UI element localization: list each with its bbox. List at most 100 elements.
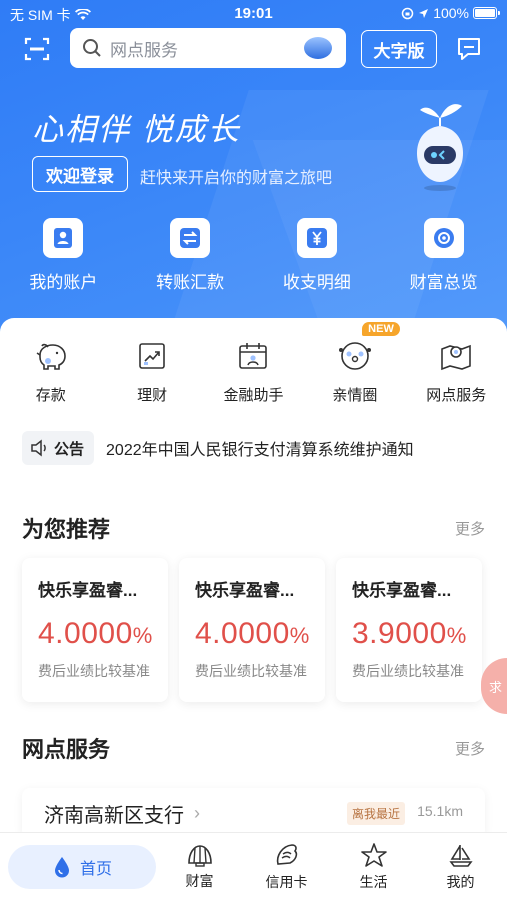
rotation-lock-icon [401,7,414,19]
tab-credit-card[interactable]: 信用卡 [243,833,330,900]
login-tip: 赶快来开启你的财富之旅吧 [140,170,333,187]
rate-value: 4.0000 [195,617,290,650]
nearest-branch-row[interactable]: 济南高新区支行 › 离我最近 15.1km [22,788,485,838]
message-icon[interactable] [456,36,482,62]
product-rate: 4.0000% [38,617,168,651]
top-bar: 网点服务 大字版 [0,28,507,70]
rate-value: 3.9000 [352,617,447,650]
location-icon [419,8,429,18]
mascot-robot-icon [416,104,464,191]
quick-action-account[interactable]: 我的账户 [0,218,127,293]
quick-action-statement[interactable]: 收支明细 [254,218,381,293]
login-button[interactable]: 欢迎登录 [32,156,128,192]
yuan-icon [296,218,337,258]
voice-assistant-icon[interactable] [304,37,332,59]
recommend-more-link[interactable]: 更多 [455,518,485,539]
new-badge: NEW [362,322,400,336]
product-card[interactable]: 快乐享盈睿... 4.0000% 费后业绩比较基准 [22,558,168,702]
status-right: 100% [401,5,500,21]
help-text: 求 [489,679,503,695]
notice-bar[interactable]: 公告 2022年中国人民银行支付清算系统维护通知 [22,430,492,466]
rate-unit: % [132,623,153,648]
sailboat-icon [448,844,473,867]
menu-label: 网点服务 [426,387,487,404]
product-name: 快乐享盈睿... [352,581,452,600]
rate-unit: % [289,623,310,648]
tab-label: 财富 [185,872,214,889]
quick-action-label: 财富总览 [409,273,478,292]
wealth-icon [423,218,464,258]
quick-actions: 我的账户 转账汇款 收支明细 财富总览 [0,218,507,293]
branch-name: 济南高新区支行 [44,804,184,827]
product-card[interactable]: 快乐享盈睿... 4.0000% 费后业绩比较基准 [179,558,325,702]
menu-label: 理财 [137,387,168,404]
tab-mine[interactable]: 我的 [417,833,504,900]
search-placeholder: 网点服务 [110,40,178,60]
menu-item-assistant[interactable]: 金融助手 [203,338,304,405]
quick-action-label: 我的账户 [29,273,98,292]
calendar-user-icon [235,338,271,374]
recommend-title: 为您推荐 [22,517,111,542]
product-name: 快乐享盈睿... [195,581,295,600]
branch-more-link[interactable]: 更多 [455,738,485,759]
transfer-icon [170,218,211,258]
piggy-bank-icon [33,338,69,374]
menu-item-deposit[interactable]: 存款 [0,338,101,405]
trend-chart-icon [134,338,170,374]
hero-banner: 无 SIM 卡 19:01 100% 网点服务 大字版 心相伴 悦成长 欢迎登录… [0,0,507,340]
product-name: 快乐享盈睿... [38,581,138,600]
status-bar: 无 SIM 卡 19:01 100% [0,0,507,28]
tab-label: 我的 [446,873,475,890]
notice-text: 2022年中国人民银行支付清算系统维护通知 [106,442,414,459]
shell-icon [187,844,212,867]
product-desc: 费后业绩比较基准 [352,663,464,679]
menu-label: 存款 [35,387,66,404]
quick-action-label: 转账汇款 [156,273,225,292]
product-rate: 4.0000% [195,617,325,651]
notice-tag: 公告 [22,431,95,465]
quick-action-wealth[interactable]: 财富总览 [380,218,507,293]
big-font-button[interactable]: 大字版 [361,30,437,68]
search-icon [83,39,101,57]
product-rate: 3.9000% [352,617,482,651]
product-desc: 费后业绩比较基准 [38,663,150,679]
menu-item-family[interactable]: NEW 亲情圈 [304,322,405,405]
tab-wealth[interactable]: 财富 [156,833,243,900]
account-icon [43,218,84,258]
menu-item-finance[interactable]: 理财 [101,338,202,405]
map-pin-icon [438,338,474,374]
tab-label: 首页 [79,861,112,878]
rate-value: 4.0000 [38,617,133,650]
tab-life[interactable]: 生活 [330,833,417,900]
starfish-icon [360,842,387,867]
tab-label: 信用卡 [265,873,308,890]
search-bar[interactable]: 网点服务 [70,28,346,68]
home-drop-icon [54,857,69,878]
service-menu: 存款 理财 金融助手 NEW 亲情圈 网点服务 [0,322,507,405]
quick-action-transfer[interactable]: 转账汇款 [127,218,254,293]
hero-slogan: 心相伴 悦成长 [32,112,241,147]
nearest-tag: 离我最近 [346,802,405,825]
notice-tag-label: 公告 [54,440,85,458]
branch-distance: 15.1km [417,803,463,819]
battery-icon [473,7,500,19]
chevron-right-icon: › [194,802,200,823]
bottom-tab-bar: 首页 财富 信用卡 生活 我的 [0,832,507,900]
tab-label: 生活 [359,873,388,890]
family-icon [337,338,373,374]
tab-home[interactable]: 首页 [0,833,156,900]
menu-label: 金融助手 [223,387,284,404]
speaker-icon [31,439,46,457]
conch-icon [276,843,297,865]
rate-unit: % [446,623,467,648]
product-card[interactable]: 快乐享盈睿... 3.9000% 费后业绩比较基准 [336,558,482,702]
quick-action-label: 收支明细 [282,273,351,292]
branch-section-title: 网点服务 [22,737,111,762]
menu-item-branch[interactable]: 网点服务 [406,338,507,405]
product-desc: 费后业绩比较基准 [195,663,307,679]
recommend-list: 快乐享盈睿... 4.0000% 费后业绩比较基准 快乐享盈睿... 4.000… [0,558,507,702]
main-panel: 存款 理财 金融助手 NEW 亲情圈 网点服务 公告 2022年中国人民银行支付… [0,318,507,900]
battery-percent: 100% [433,5,469,21]
menu-label: 亲情圈 [332,387,378,404]
scan-icon[interactable] [24,36,50,62]
